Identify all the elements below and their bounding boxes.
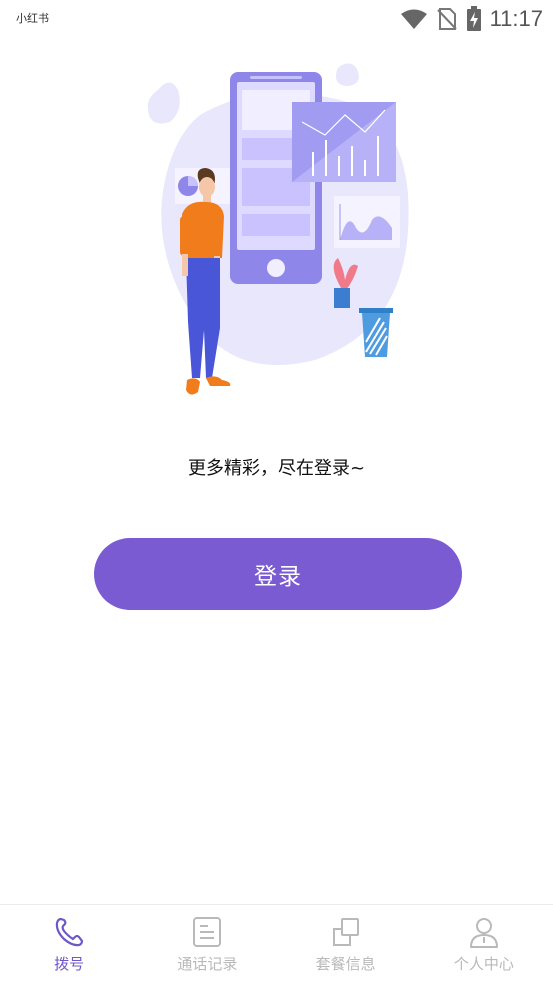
login-button[interactable]: 登录: [94, 538, 462, 610]
blob-small-right: [336, 63, 359, 86]
login-button-label: 登录: [254, 564, 302, 590]
tab-label: 通话记录: [177, 955, 238, 973]
trash-bin-illustration: [359, 308, 393, 357]
login-prompt-text: 更多精彩，尽在登录~: [187, 458, 366, 479]
hero-illustration: [147, 63, 409, 395]
call-log-icon: [193, 917, 222, 947]
blob-small-left: [147, 82, 180, 124]
status-icons: 11:17: [400, 4, 543, 34]
wifi-icon: [400, 9, 427, 29]
tab-dial[interactable]: 拨号: [0, 905, 138, 983]
tab-label: 拨号: [54, 955, 85, 973]
area-chart-card-illustration: [334, 196, 400, 248]
phone-icon: [55, 917, 84, 947]
tab-label: 个人中心: [453, 955, 514, 973]
tab-personal-center[interactable]: 个人中心: [415, 905, 553, 983]
package-icon: [332, 918, 359, 946]
tab-package-info[interactable]: 套餐信息: [277, 905, 415, 983]
tab-label: 套餐信息: [315, 955, 376, 973]
status-bar: 小红书 11:17: [0, 0, 553, 38]
status-app-name: 小红书: [16, 12, 49, 25]
bottom-tab-bar: 拨号 通话记录 套餐信息 个人中心: [0, 904, 553, 983]
user-icon: [469, 918, 498, 948]
no-sim-icon: [436, 8, 457, 30]
status-time: 11:17: [489, 6, 543, 31]
tab-call-log[interactable]: 通话记录: [138, 905, 276, 983]
battery-charging-icon: [466, 6, 481, 31]
